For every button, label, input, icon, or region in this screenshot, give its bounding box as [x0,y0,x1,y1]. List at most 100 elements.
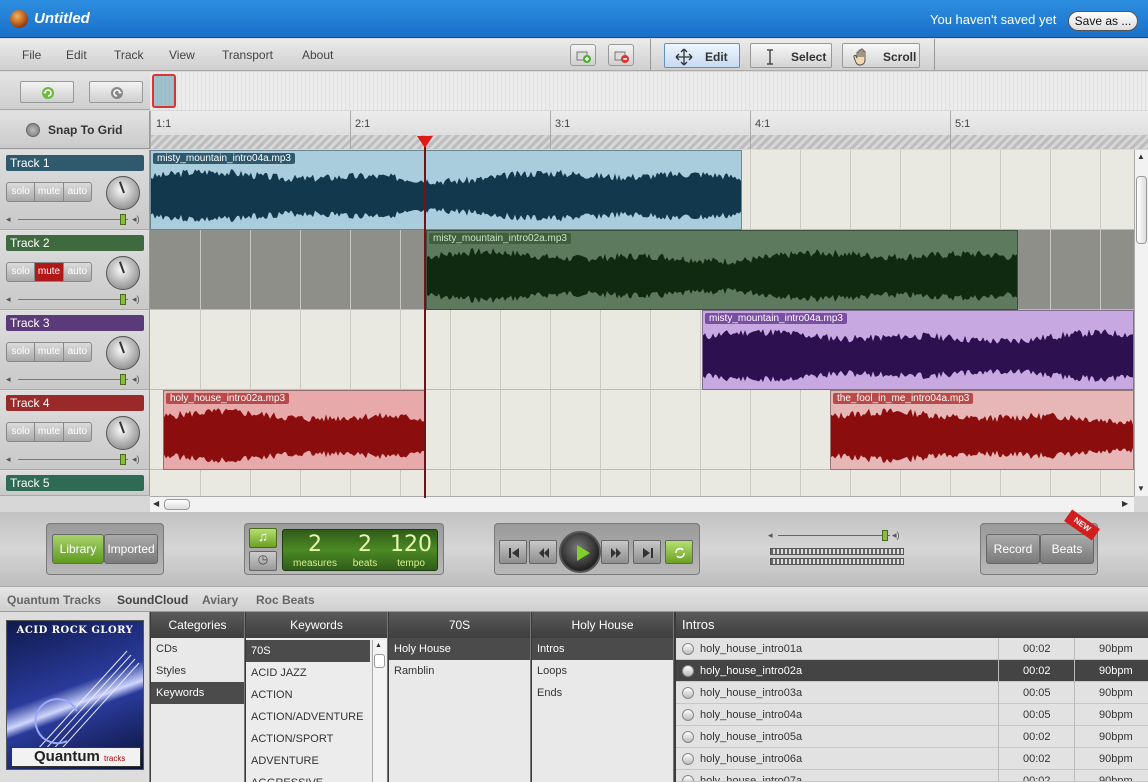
save-as-button[interactable]: Save as ... [1068,11,1138,31]
loop-button[interactable] [665,540,693,564]
menu-about[interactable]: About [302,48,333,62]
scroll-left-icon[interactable]: ◀ [153,499,159,508]
scroll-down-icon[interactable]: ▼ [1137,484,1145,493]
imported-button[interactable]: Imported [104,534,158,564]
library-button[interactable]: Library [52,534,104,564]
master-volume-thumb[interactable] [882,530,888,541]
playhead[interactable] [424,140,426,498]
audio-clip[interactable]: misty_mountain_intro04a.mp3 [150,150,742,230]
mute-button[interactable]: mute [35,343,64,361]
volume-thumb[interactable] [120,214,126,225]
audio-clip[interactable]: holy_house_intro02a.mp3 [163,390,426,470]
solo-button[interactable]: solo [7,263,36,281]
result-row[interactable]: holy_house_intro04a 00:05 90bpm [676,704,1148,726]
result-row[interactable]: holy_house_intro07a 00:02 90bpm [676,770,1148,782]
horizontal-scrollbar[interactable]: ◀ ▶ [150,496,1134,512]
scroll-up-icon[interactable]: ▲ [1137,152,1145,161]
play-button[interactable] [559,531,601,573]
auto-button[interactable]: auto [64,183,91,201]
pan-knob[interactable] [106,256,140,290]
track-name[interactable]: Track 1 [6,155,144,171]
preview-play-icon[interactable] [682,643,694,655]
solo-button[interactable]: solo [7,343,36,361]
scroll-thumb[interactable] [374,654,385,668]
list-item[interactable]: Loops [532,660,673,682]
list-item[interactable]: Holy House [389,638,530,660]
list-item[interactable]: 70S [246,640,370,662]
list-item[interactable]: AGGRESSIVE [246,772,387,782]
auto-button[interactable]: auto [64,343,91,361]
edit-mode-button[interactable]: Edit [664,43,740,68]
preview-play-icon[interactable] [682,753,694,765]
auto-button[interactable]: auto [64,423,91,441]
result-row[interactable]: holy_house_intro05a 00:02 90bpm [676,726,1148,748]
snap-to-grid-toggle[interactable]: Snap To Grid [0,111,150,149]
pan-knob[interactable] [106,416,140,450]
preview-play-icon[interactable] [682,775,694,781]
tab-aviary[interactable]: Aviary [202,593,238,607]
undo-button[interactable] [20,81,74,103]
pan-knob[interactable] [106,176,140,210]
preview-play-icon[interactable] [682,687,694,699]
track-name[interactable]: Track 2 [6,235,144,251]
mute-button[interactable]: mute [35,263,64,281]
track-lanes[interactable]: misty_mountain_intro04a.mp3 misty_mounta… [150,150,1134,496]
preview-play-icon[interactable] [682,665,694,677]
preview-play-icon[interactable] [682,731,694,743]
select-mode-button[interactable]: Select [750,43,832,68]
preview-play-icon[interactable] [682,709,694,721]
fast-forward-button[interactable] [601,540,629,564]
scroll-thumb[interactable] [1136,176,1147,244]
volume-slider[interactable]: ◂ ◂) [6,374,144,385]
add-track-button[interactable] [570,44,596,66]
menu-view[interactable]: View [169,48,195,62]
tab-quantum-tracks[interactable]: Quantum Tracks [7,593,101,607]
go-to-start-button[interactable] [499,540,527,564]
list-item[interactable]: Intros [532,638,673,660]
beats-button[interactable]: Beats [1040,534,1094,564]
scroll-thumb[interactable] [164,499,190,510]
menu-transport[interactable]: Transport [222,48,273,62]
volume-slider[interactable]: ◂ ◂) [6,294,144,305]
clock-icon[interactable]: ◷ [249,551,277,571]
menu-edit[interactable]: Edit [66,48,87,62]
solo-button[interactable]: solo [7,423,36,441]
result-row[interactable]: holy_house_intro02a 00:02 90bpm [676,660,1148,682]
rewind-button[interactable] [529,540,557,564]
master-volume[interactable]: ◂ ◂) [768,530,906,570]
list-item[interactable]: ACTION [246,684,387,706]
volume-slider[interactable]: ◂ ◂) [6,454,144,465]
tab-roc-beats[interactable]: Roc Beats [256,593,315,607]
audio-clip[interactable]: the_fool_in_me_intro04a.mp3 [830,390,1134,470]
list-item[interactable]: ACTION/SPORT [246,728,387,750]
remove-track-button[interactable] [608,44,634,66]
overview-viewport-handle[interactable] [152,74,176,108]
volume-thumb[interactable] [120,454,126,465]
result-row[interactable]: holy_house_intro01a 00:02 90bpm [676,638,1148,660]
list-item[interactable]: Styles [151,660,244,682]
result-row[interactable]: holy_house_intro06a 00:02 90bpm [676,748,1148,770]
solo-button[interactable]: solo [7,183,36,201]
list-item[interactable]: ACTION/ADVENTURE [246,706,387,728]
vertical-scrollbar[interactable]: ▲ ▼ [1134,150,1148,496]
scroll-right-icon[interactable]: ▶ [1122,499,1128,508]
scroll-up-icon[interactable]: ▲ [375,642,382,649]
menu-track[interactable]: Track [114,48,144,62]
result-row[interactable]: holy_house_intro03a 00:05 90bpm [676,682,1148,704]
track-name[interactable]: Track 4 [6,395,144,411]
list-item[interactable]: Ends [532,682,673,704]
timeline-ruler[interactable]: 1:1 2:1 3:1 4:1 5:1 [150,111,1148,149]
list-item[interactable]: Ramblin [389,660,530,682]
auto-button[interactable]: auto [64,263,91,281]
scroll-mode-button[interactable]: Scroll [842,43,920,68]
audio-clip[interactable]: misty_mountain_intro02a.mp3 [426,230,1018,310]
playhead-marker-icon[interactable] [417,136,433,148]
metronome-icon[interactable]: ♫ [249,528,277,548]
volume-slider[interactable]: ◂ ◂) [6,214,144,225]
record-button[interactable]: Record [986,534,1040,564]
tab-soundcloud[interactable]: SoundCloud [117,593,188,607]
audio-clip[interactable]: misty_mountain_intro04a.mp3 [702,310,1134,390]
volume-thumb[interactable] [120,374,126,385]
list-scrollbar[interactable]: ▲ [372,640,386,782]
redo-button[interactable] [89,81,143,103]
